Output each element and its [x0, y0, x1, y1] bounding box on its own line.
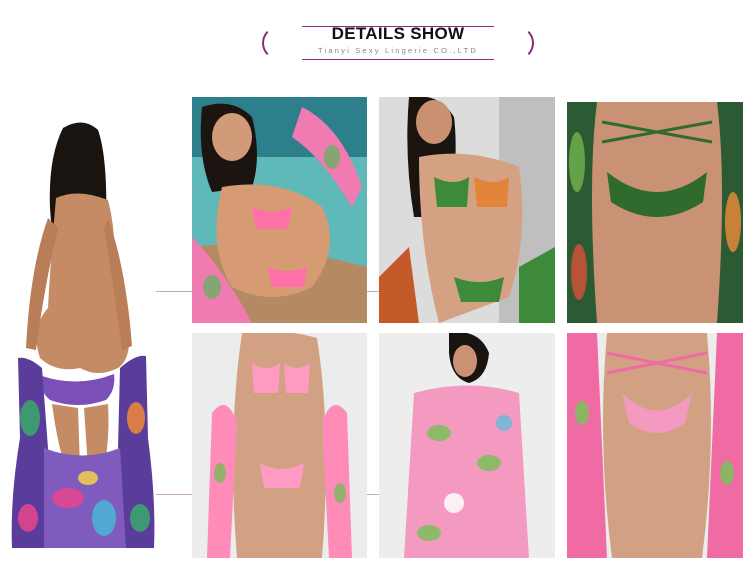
connector-line-mid-bottom — [366, 494, 379, 495]
header-subtitle: Tianyi Sexy Lingerie CO.,LTD — [318, 46, 478, 55]
cover-up-back-photo[interactable] — [379, 333, 555, 558]
front-triangle-top-photo[interactable] — [379, 97, 555, 323]
connector-line-mid-top — [366, 291, 379, 292]
header-frame-bottom-line — [302, 59, 494, 60]
bottom-detail-photo[interactable] — [567, 333, 743, 558]
front-full-set-photo[interactable] — [192, 333, 367, 558]
header-title: DETAILS SHOW — [331, 24, 465, 43]
beach-front-view-photo[interactable] — [192, 97, 367, 323]
full-back-view-photo[interactable] — [8, 118, 156, 554]
waist-tie-detail-photo[interactable] — [567, 102, 743, 323]
details-show-header: DETAILS SHOW Tianyi Sexy Lingerie CO.,LT… — [262, 24, 534, 60]
